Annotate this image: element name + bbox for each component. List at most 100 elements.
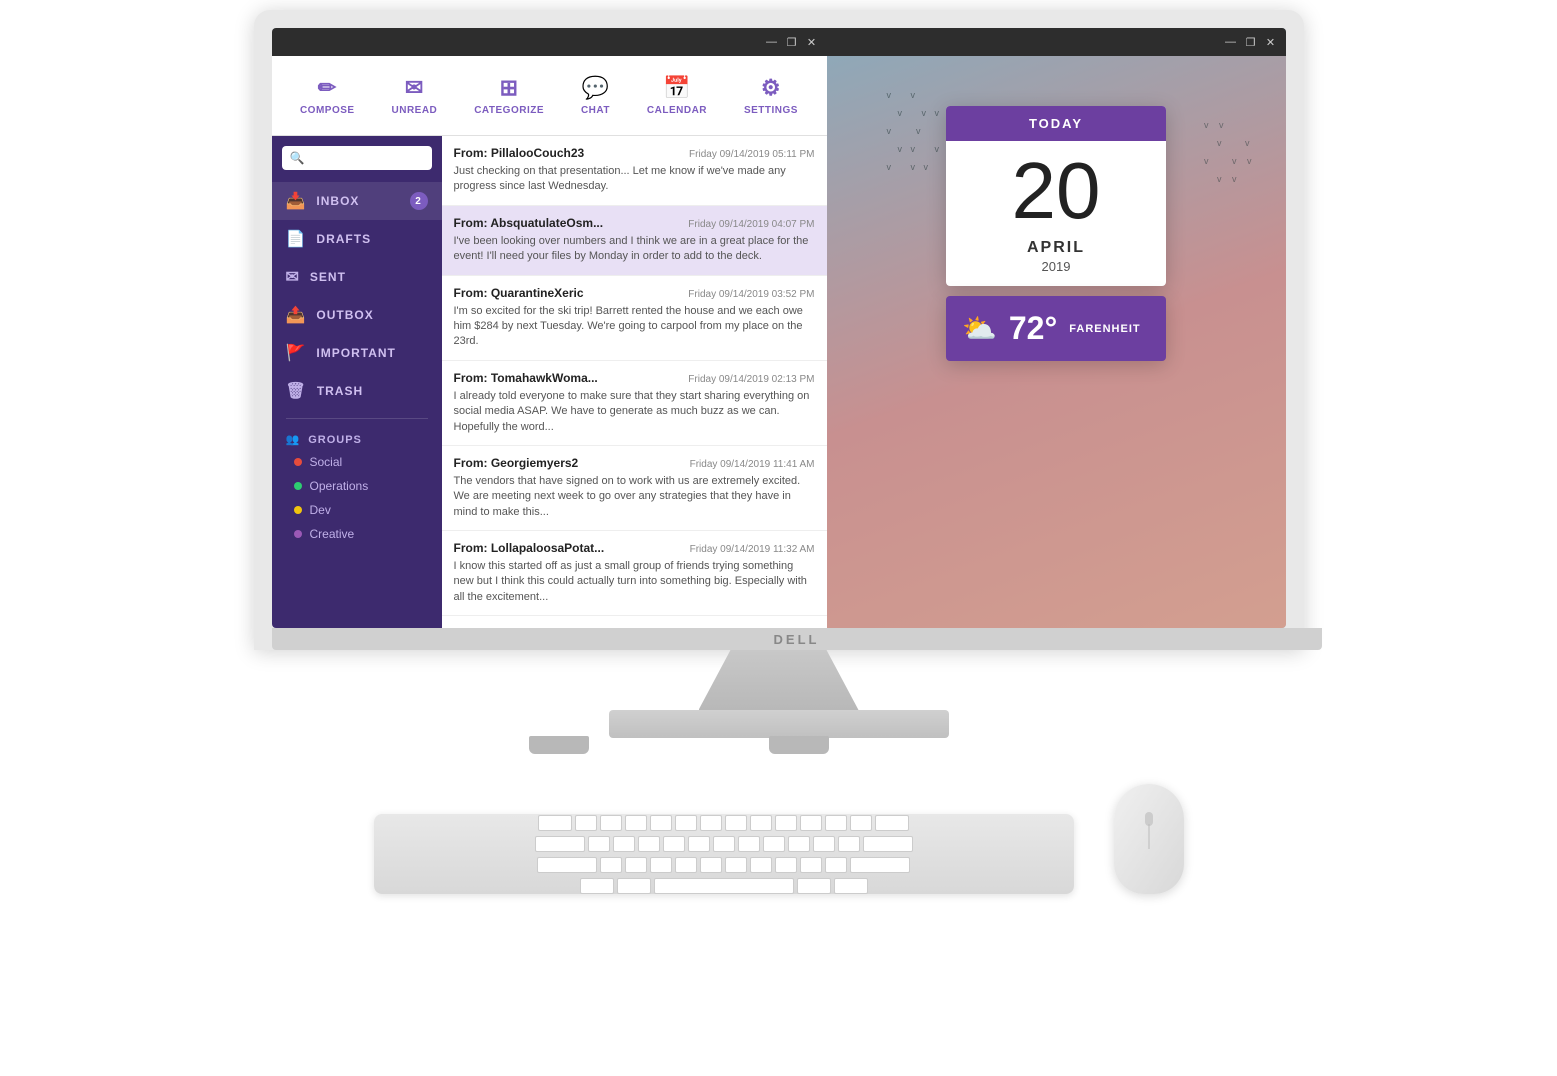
key-alt-l[interactable] xyxy=(617,878,651,894)
group-social[interactable]: Social xyxy=(272,450,442,474)
key-t[interactable] xyxy=(675,815,697,831)
key-tab[interactable] xyxy=(538,815,572,831)
key-m[interactable] xyxy=(750,857,772,873)
inbox-icon: 📥 xyxy=(286,191,307,211)
email-item-1[interactable]: From: AbsquatulateOsm...Friday 09/14/201… xyxy=(442,206,827,276)
toolbar-compose[interactable]: ✏ COMPOSE xyxy=(300,75,355,116)
compose-label: COMPOSE xyxy=(300,105,355,116)
email-item-5[interactable]: From: LollapaloosaPotat...Friday 09/14/2… xyxy=(442,531,827,616)
sidebar-item-inbox[interactable]: 📥 INBOX 2 xyxy=(272,182,442,220)
key-backslash[interactable] xyxy=(875,815,909,831)
mouse[interactable] xyxy=(1114,784,1184,894)
sidebar-divider xyxy=(286,418,428,419)
key-ctrl-l[interactable] xyxy=(580,878,614,894)
toolbar-unread[interactable]: ✉ UNREAD xyxy=(392,75,438,116)
toolbar-chat[interactable]: 💬 CHAT xyxy=(581,75,610,116)
key-r[interactable] xyxy=(650,815,672,831)
maximize-button-2[interactable]: ❐ xyxy=(1244,35,1258,49)
mouse-divider xyxy=(1148,824,1149,849)
calendar-toolbar-icon: 📅 xyxy=(663,75,691,101)
close-button-2[interactable]: ✕ xyxy=(1264,35,1278,49)
key-period[interactable] xyxy=(800,857,822,873)
key-y[interactable] xyxy=(700,815,722,831)
key-semicolon[interactable] xyxy=(813,836,835,852)
weather-temperature: 72° xyxy=(1009,310,1057,347)
key-b[interactable] xyxy=(700,857,722,873)
toolbar-calendar[interactable]: 📅 CALENDAR xyxy=(647,75,707,116)
email-date-4: Friday 09/14/2019 11:41 AM xyxy=(690,459,815,470)
key-h[interactable] xyxy=(713,836,735,852)
key-o[interactable] xyxy=(775,815,797,831)
key-l[interactable] xyxy=(788,836,810,852)
key-comma[interactable] xyxy=(775,857,797,873)
key-i[interactable] xyxy=(750,815,772,831)
sidebar-item-drafts[interactable]: 📄 DRAFTS xyxy=(272,220,442,258)
important-icon: 🚩 xyxy=(286,343,307,363)
key-alt-r[interactable] xyxy=(797,878,831,894)
email-item-4[interactable]: From: Georgiemyers2Friday 09/14/2019 11:… xyxy=(442,446,827,531)
key-j[interactable] xyxy=(738,836,760,852)
key-caps[interactable] xyxy=(535,836,585,852)
unread-icon: ✉ xyxy=(405,75,424,101)
key-shift-l[interactable] xyxy=(537,857,597,873)
keyboard[interactable] xyxy=(374,814,1074,894)
email-meta-1: From: AbsquatulateOsm...Friday 09/14/201… xyxy=(454,216,815,230)
key-lbracket[interactable] xyxy=(825,815,847,831)
email-item-3[interactable]: From: TomahawkWoma...Friday 09/14/2019 0… xyxy=(442,361,827,446)
toolbar-categorize[interactable]: ⊞ CATEGORIZE xyxy=(474,75,544,116)
sidebar-item-important[interactable]: 🚩 IMPORTANT xyxy=(272,334,442,372)
key-c[interactable] xyxy=(650,857,672,873)
key-space[interactable] xyxy=(654,878,794,894)
key-g[interactable] xyxy=(688,836,710,852)
minimize-button-2[interactable]: — xyxy=(1224,35,1238,49)
key-a[interactable] xyxy=(588,836,610,852)
email-window: — ❐ ✕ ✏ COMPOSE ✉ UNREAD xyxy=(272,28,827,628)
email-preview-4: The vendors that have signed on to work … xyxy=(454,474,815,520)
maximize-button[interactable]: ❐ xyxy=(785,35,799,49)
key-quote[interactable] xyxy=(838,836,860,852)
key-n[interactable] xyxy=(725,857,747,873)
key-enter[interactable] xyxy=(863,836,913,852)
key-v[interactable] xyxy=(675,857,697,873)
sent-icon: ✉ xyxy=(286,267,300,287)
keyboard-row-4 xyxy=(580,878,868,894)
email-item-0[interactable]: From: PillalooCouch23Friday 09/14/2019 0… xyxy=(442,136,827,206)
group-creative[interactable]: Creative xyxy=(272,522,442,546)
search-box[interactable]: 🔍 xyxy=(282,146,432,170)
calendar-label: CALENDAR xyxy=(647,105,707,116)
key-slash[interactable] xyxy=(825,857,847,873)
minimize-button[interactable]: — xyxy=(765,35,779,49)
key-k[interactable] xyxy=(763,836,785,852)
close-button[interactable]: ✕ xyxy=(805,35,819,49)
key-u[interactable] xyxy=(725,815,747,831)
key-rbracket[interactable] xyxy=(850,815,872,831)
right-titlebar: — ❐ ✕ xyxy=(827,28,1286,56)
key-ctrl-r[interactable] xyxy=(834,878,868,894)
sidebar-item-outbox[interactable]: 📤 OUTBOX xyxy=(272,296,442,334)
unread-label: UNREAD xyxy=(392,105,438,116)
sidebar-item-sent[interactable]: ✉ SENT xyxy=(272,258,442,296)
group-operations[interactable]: Operations xyxy=(272,474,442,498)
key-p[interactable] xyxy=(800,815,822,831)
key-f[interactable] xyxy=(663,836,685,852)
sidebar-item-trash[interactable]: 🗑 TRASH xyxy=(272,372,442,410)
key-q[interactable] xyxy=(575,815,597,831)
key-z[interactable] xyxy=(600,857,622,873)
key-w[interactable] xyxy=(600,815,622,831)
email-date-2: Friday 09/14/2019 03:52 PM xyxy=(688,289,814,300)
keyboard-row-1 xyxy=(538,815,909,831)
key-e[interactable] xyxy=(625,815,647,831)
email-from-2: From: QuarantineXeric xyxy=(454,286,584,300)
group-dev[interactable]: Dev xyxy=(272,498,442,522)
key-s[interactable] xyxy=(613,836,635,852)
key-shift-r[interactable] xyxy=(850,857,910,873)
groups-label: GROUPS xyxy=(308,434,362,446)
email-date-0: Friday 09/14/2019 05:11 PM xyxy=(689,149,814,160)
calendar-month: APRIL xyxy=(946,231,1166,259)
email-item-2[interactable]: From: QuarantineXeric Friday 09/14/2019 0… xyxy=(442,276,827,361)
email-item-6[interactable]: From: ARTbaglady00Friday 09/14/2019 10:1… xyxy=(442,616,827,628)
key-d[interactable] xyxy=(638,836,660,852)
settings-label: SETTINGS xyxy=(744,105,798,116)
key-x[interactable] xyxy=(625,857,647,873)
toolbar-settings[interactable]: ⚙ SETTINGS xyxy=(744,75,798,116)
